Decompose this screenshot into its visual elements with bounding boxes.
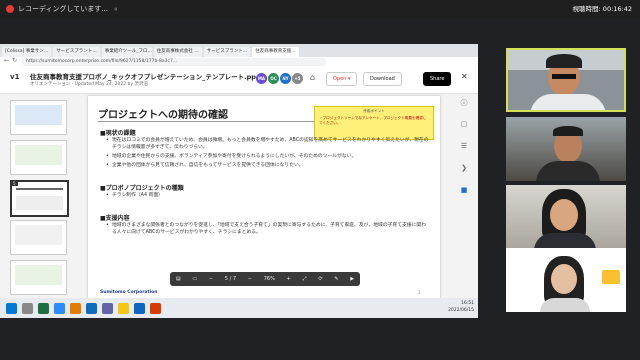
document-subtitle: オリエンテーション · Updated May 24, 2022 by 渋沢沼 xyxy=(30,82,148,87)
viewer-toolbar: ▤ ▭ − 5 / 7 − 76% + ⤢ ⟳ ✎ ▶ xyxy=(170,272,360,286)
video-tile[interactable] xyxy=(506,117,626,181)
system-clock[interactable]: 16:51 2022/06/15 xyxy=(448,300,474,314)
zoom-level[interactable]: 76% xyxy=(264,276,275,282)
fit-icon[interactable]: ⤢ xyxy=(303,276,307,282)
shared-screen: [Colissa] 事業サン… サービスブラント… 事業紹介ツール_フロ… 住友… xyxy=(0,44,478,318)
pause-icon[interactable]: ⏸ xyxy=(114,5,118,14)
browser-tab-active[interactable]: 住友商事教育支援… xyxy=(252,47,299,57)
rotate-icon[interactable]: ⟳ xyxy=(318,276,322,282)
slide-page-number: 2 xyxy=(418,290,421,295)
slide-thumbnail[interactable] xyxy=(10,140,67,175)
chrome-icon[interactable] xyxy=(70,302,81,314)
explorer-icon[interactable] xyxy=(118,302,129,314)
avatar-more[interactable]: +5 xyxy=(292,73,303,84)
document-header: v1 住友商事教育支援プロボノ_キックオフプレゼンテーション_テンプレート.pp… xyxy=(0,67,478,94)
slide-thumbnail-panel: 5 xyxy=(4,96,70,306)
browser-tab[interactable]: サービスブラント… xyxy=(53,47,100,57)
teams-icon[interactable]: ■ xyxy=(458,186,470,196)
note-body: ・プロジェクトソーンでなアンケート、プロジェクト概要を確認してください。 xyxy=(319,116,427,125)
download-button[interactable]: Download xyxy=(363,72,402,86)
search-icon[interactable] xyxy=(22,302,33,314)
bell-icon[interactable]: ⌂ xyxy=(310,73,315,82)
comments-icon[interactable]: ▢ xyxy=(458,120,470,130)
video-tile-active-speaker[interactable] xyxy=(506,48,626,112)
section-heading: ■プロボノプロジェクトの種類 xyxy=(100,185,184,192)
activity-icon[interactable]: ☰ xyxy=(458,142,470,152)
slide-footer-logo: Sumitomo Corporation xyxy=(100,290,158,295)
info-icon[interactable]: ⓘ xyxy=(458,98,470,108)
url-field[interactable]: https://sumitomocorp.enterprise.com/file… xyxy=(22,58,326,66)
browser-tab-strip: [Colissa] 事業サン… サービスブラント… 事業紹介ツール_フロ… 住友… xyxy=(0,44,478,57)
video-tile[interactable] xyxy=(506,248,626,312)
browser-tab[interactable]: [Colissa] 事業サン… xyxy=(2,47,52,57)
browser-tab[interactable]: 事業紹介ツール_フロ… xyxy=(101,47,152,57)
outlook-icon[interactable] xyxy=(134,302,145,314)
logo-icon xyxy=(602,270,620,284)
zoom-in-icon[interactable]: + xyxy=(287,276,291,282)
back-icon[interactable]: ← xyxy=(4,57,9,64)
bullet-text: 現在はロコミでの会員が増えていため、会員は微増。もっと会員数を増やすため、ABC… xyxy=(106,137,430,151)
video-tile[interactable] xyxy=(506,185,626,249)
page-indicator[interactable]: 5 / 7 xyxy=(225,276,236,282)
share-button[interactable]: Share xyxy=(423,72,452,86)
start-icon[interactable] xyxy=(6,302,17,314)
open-label: Open xyxy=(333,76,347,82)
bullet-text: 企業や他の団体から見て信頼され、自信をもってサービスを提供できる団体になりたい。 xyxy=(106,162,430,169)
thumb-number: 5 xyxy=(11,181,18,186)
edge-icon[interactable] xyxy=(86,302,97,314)
avatar[interactable]: OC xyxy=(268,73,279,84)
document-title: 住友商事教育支援プロボノ_キックオフプレゼンテーション_テンプレート.pp… xyxy=(30,73,263,81)
powerpoint-icon[interactable] xyxy=(150,302,161,314)
next-slide-icon[interactable]: ❯ xyxy=(458,164,470,174)
slide-title: プロジェクトへの期待の確認 xyxy=(98,110,228,121)
avatar[interactable]: NY xyxy=(280,73,291,84)
viewing-timer: 視聴時間: 00:16:42 xyxy=(572,5,632,13)
slide-thumbnail[interactable] xyxy=(10,260,67,295)
browser-tab[interactable]: サービスブラント… xyxy=(203,47,251,57)
slide-thumbnail-selected[interactable]: 5 xyxy=(10,180,69,217)
excel-icon[interactable] xyxy=(38,302,49,314)
section-heading: ■現状の課題 xyxy=(100,130,136,137)
bullet-text: 地域のさまざまな関係者とのつながりを促進し、「地域で支え合う子育て」の実現に寄与… xyxy=(106,222,430,236)
zoom-top-bar: レコーディングしています... ⏸ 視聴時間: 00:16:42 xyxy=(0,0,640,18)
record-dot-icon xyxy=(6,5,14,13)
slide-thumbnail[interactable] xyxy=(10,220,67,255)
comment-icon[interactable]: ✎ xyxy=(334,276,338,282)
recording-text: レコーディングしています... xyxy=(18,5,108,13)
avatar[interactable]: MA xyxy=(256,73,267,84)
browser-tab[interactable]: 住友商事株式会社 … xyxy=(153,47,202,57)
clock-time: 16:51 xyxy=(461,301,474,306)
version-label: v1 xyxy=(10,73,20,81)
teams-app-icon[interactable] xyxy=(102,302,113,314)
zoom-icon[interactable] xyxy=(54,302,65,314)
windows-taskbar: 16:51 2022/06/15 xyxy=(0,298,478,318)
prev-page-icon[interactable]: − xyxy=(209,276,213,282)
slide-thumbnail[interactable] xyxy=(10,100,67,135)
close-icon[interactable]: ✕ xyxy=(461,72,468,81)
bullet-text: 地域の企業や住民からの支援、ボランティア参加や寄付を受けられるようにしたいが、そ… xyxy=(106,153,430,160)
open-button[interactable]: Open ▾ xyxy=(326,72,358,86)
collaborator-avatars: MA OC NY +5 xyxy=(256,73,303,84)
bullet-text: チラシ制作（A4 両面） xyxy=(106,192,430,199)
section-heading: ■支援内容 xyxy=(100,215,130,222)
page-icon[interactable]: ▭ xyxy=(192,276,197,282)
sidebar-toggle-icon[interactable]: ▤ xyxy=(176,276,181,282)
refresh-icon[interactable]: ↻ xyxy=(12,57,17,64)
zoom-out-icon[interactable]: − xyxy=(248,276,252,282)
present-icon[interactable]: ▶ xyxy=(350,276,354,282)
sticky-note: 作成ポイント ・プロジェクトソーンでなアンケート、プロジェクト概要を確認してくだ… xyxy=(314,106,434,140)
recording-indicator: レコーディングしています... ⏸ xyxy=(6,3,117,15)
clock-date: 2022/06/15 xyxy=(448,308,474,313)
